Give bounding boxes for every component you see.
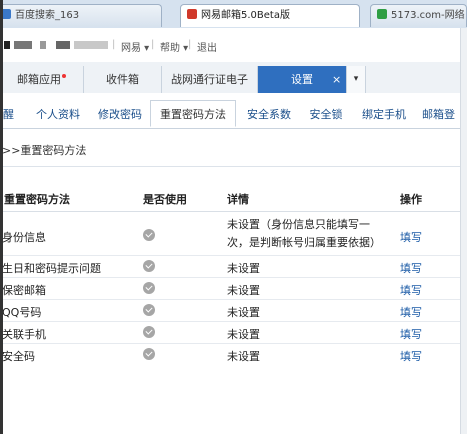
method-name: 关联手机 [2,328,46,341]
redacted-block [56,41,70,49]
col-header-details: 详情 [227,193,249,206]
table-header-row: 重置密码方法 是否使用 详情 操作 [0,183,460,212]
redacted-block [40,41,46,49]
browser-tab-strip: 百度搜索_163 网易邮箱5.0Beta版 5173.com-网络 [0,0,467,29]
settings-sub-nav: 提醒 个人资料 修改密码 重置密码方法 安全系数 安全锁 绑定手机 邮箱登 [0,93,467,129]
browser-tab-baidu[interactable]: 百度搜索_163 [0,4,162,27]
method-name: 保密邮箱 [2,284,46,297]
tab-battlenet-email[interactable]: 战网通行证电子 [162,66,258,93]
help-menu-link[interactable]: 帮助 ▾ [160,39,188,54]
detail-text: 未设置 [227,306,260,319]
detail-text: 未设置 [227,284,260,297]
col-header-in-use: 是否使用 [143,193,187,206]
fill-in-link[interactable]: 填写 [400,282,422,298]
separator: | [188,39,192,50]
netease-favicon-icon [187,9,197,19]
detail-text: 次，是判断帐号归属重要依据） [227,236,381,249]
tab-label: 设置 [291,73,313,86]
subnav-security-lock[interactable]: 安全锁 [306,101,346,128]
redacted-block [74,41,108,49]
separator: | [151,39,155,50]
user-bar: | 网易 ▾ | 帮助 ▾ | 退出 [0,28,467,62]
fill-in-link[interactable]: 填写 [400,260,422,276]
tab-more-dropdown-icon[interactable]: ▾ [346,66,366,93]
browser-tab-label: 5173.com-网络 [391,10,465,21]
fill-in-link[interactable]: 填写 [400,348,422,364]
subnav-profile[interactable]: 个人资料 [32,101,84,128]
detail-text: 未设置（身份信息只能填写一 [227,218,370,231]
subnav-reset-password-methods[interactable]: 重置密码方法 [150,100,236,127]
browser-tab-163mail[interactable]: 网易邮箱5.0Beta版 [180,4,360,27]
browser-tab-label: 网易邮箱5.0Beta版 [201,10,290,21]
subnav-bind-phone[interactable]: 绑定手机 [358,101,410,128]
scrollbar[interactable] [460,28,467,434]
method-name: 安全码 [2,350,35,363]
mail-tab-bar: 邮箱应用 收件箱 战网通行证电子 设置 × ▾ [0,62,467,94]
check-icon [143,304,155,316]
method-name: 身份信息 [2,231,46,244]
tab-label: 战网通行证电子 [171,73,248,86]
check-icon [143,229,155,241]
check-icon [143,326,155,338]
check-icon [143,260,155,272]
notification-dot-icon [62,74,66,78]
detail-text: 未设置 [227,262,260,275]
tab-settings[interactable]: 设置 × [258,66,346,93]
netease-menu-link[interactable]: 网易 ▾ [121,39,149,54]
breadcrumb: >>重置密码方法 [2,144,87,157]
redacted-block [14,41,32,49]
close-tab-icon[interactable]: × [332,66,341,93]
subnav-change-password[interactable]: 修改密码 [95,101,145,128]
detail-text: 未设置 [227,328,260,341]
browser-tab-label: 百度搜索_163 [15,10,80,21]
fill-in-link[interactable]: 填写 [400,229,422,245]
check-icon [143,282,155,294]
method-name: QQ号码 [2,306,42,319]
tab-mail-apps[interactable]: 邮箱应用 [0,66,84,93]
col-header-action: 操作 [400,193,422,206]
redacted-block [4,41,10,49]
table-row: 关联手机 未设置 填写 [0,322,460,344]
table-row: 生日和密码提示问题 未设置 填写 [0,256,460,278]
table-row: 保密邮箱 未设置 填写 [0,278,460,300]
fill-in-link[interactable]: 填写 [400,304,422,320]
col-header-method: 重置密码方法 [4,193,70,206]
table-row: QQ号码 未设置 填写 [0,300,460,322]
tab-label: 收件箱 [106,73,139,86]
window-edge [0,0,3,434]
tab-inbox[interactable]: 收件箱 [84,66,162,93]
site-favicon-icon [377,9,387,19]
logout-link[interactable]: 退出 [197,39,217,54]
table-row: 身份信息 未设置（身份信息只能填写一 次，是判断帐号归属重要依据） 填写 [0,212,460,256]
tab-label: 邮箱应用 [17,73,61,86]
subnav-security-score[interactable]: 安全系数 [244,101,294,128]
browser-tab-5173[interactable]: 5173.com-网络 [370,4,467,27]
check-icon [143,348,155,360]
table-row: 安全码 未设置 填写 [0,344,460,365]
method-name: 生日和密码提示问题 [2,262,101,275]
separator: | [112,39,116,50]
detail-text: 未设置 [227,350,260,363]
divider [0,166,460,167]
fill-in-link[interactable]: 填写 [400,326,422,342]
